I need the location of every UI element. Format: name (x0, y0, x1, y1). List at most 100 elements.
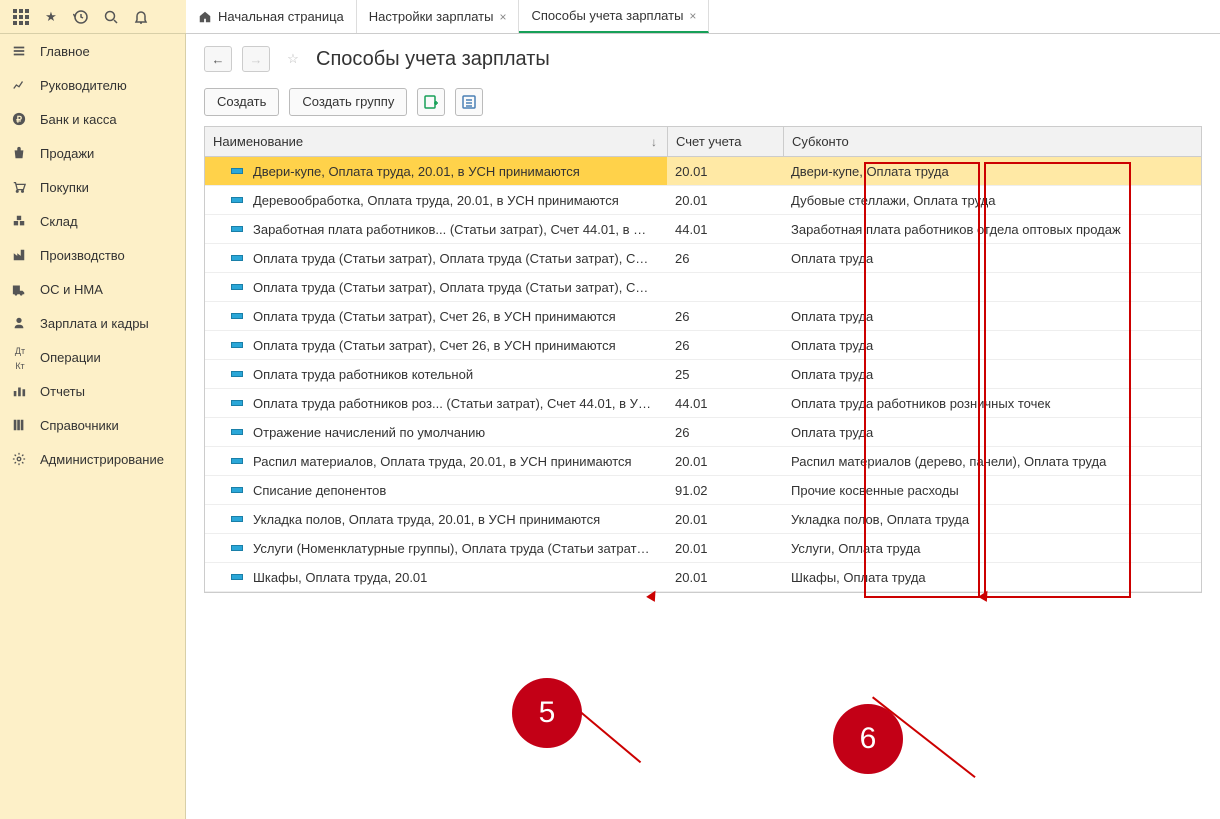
sidebar-item-3[interactable]: Продажи (0, 136, 185, 170)
sidebar-item-9[interactable]: ДтКтОперации (0, 340, 185, 374)
table-row[interactable]: Деревообработка, Оплата труда, 20.01, в … (205, 186, 1201, 215)
gear-icon (12, 452, 28, 466)
item-icon (231, 197, 243, 203)
svg-text:₽: ₽ (16, 115, 22, 125)
cell-subconto: Распил материалов (дерево, панели), Опла… (783, 447, 1201, 475)
item-icon (231, 400, 243, 406)
cell-subconto: Оплата труда (783, 244, 1201, 272)
favorite-star-icon[interactable]: ☆ (280, 46, 306, 72)
item-icon (231, 458, 243, 464)
forward-button[interactable]: → (242, 46, 270, 72)
cell-name: Оплата труда (Статьи затрат), Счет 26, в… (205, 302, 667, 330)
history-icon[interactable] (66, 2, 96, 32)
cell-name: Деревообработка, Оплата труда, 20.01, в … (205, 186, 667, 214)
column-label: Субконто (792, 134, 849, 149)
close-icon[interactable]: × (499, 10, 506, 24)
column-header-name[interactable]: Наименование ↓ (205, 134, 667, 149)
table-row[interactable]: Двери-купе, Оплата труда, 20.01, в УСН п… (205, 157, 1201, 186)
sidebar-item-5[interactable]: Склад (0, 204, 185, 238)
cell-subconto: Дубовые стеллажи, Оплата труда (783, 186, 1201, 214)
table-row[interactable]: Оплата труда работников роз... (Статьи з… (205, 389, 1201, 418)
sidebar-item-4[interactable]: Покупки (0, 170, 185, 204)
sidebar-item-6[interactable]: Производство (0, 238, 185, 272)
table-row[interactable]: Оплата труда (Статьи затрат), Оплата тру… (205, 244, 1201, 273)
sidebar-item-0[interactable]: Главное (0, 34, 185, 68)
sidebar-item-1[interactable]: Руководителю (0, 68, 185, 102)
apps-icon[interactable] (6, 2, 36, 32)
cell-account: 20.01 (667, 447, 783, 475)
column-header-subconto[interactable]: Субконто (783, 127, 1201, 156)
table-row[interactable]: Списание депонентов91.02Прочие косвенные… (205, 476, 1201, 505)
tab-label: Способы учета зарплаты (531, 8, 683, 23)
cell-name: Отражение начислений по умолчанию (205, 418, 667, 446)
column-header-account[interactable]: Счет учета (667, 127, 783, 156)
sidebar-item-label: Отчеты (40, 384, 85, 399)
cell-account: 26 (667, 331, 783, 359)
tab-home[interactable]: Начальная страница (186, 0, 357, 33)
table-row[interactable]: Оплата труда (Статьи затрат), Счет 26, в… (205, 302, 1201, 331)
cell-account: 25 (667, 360, 783, 388)
cell-subconto: Оплата труда (783, 302, 1201, 330)
table-row[interactable]: Оплата труда (Статьи затрат), Оплата тру… (205, 273, 1201, 302)
table-row[interactable]: Заработная плата работников... (Статьи з… (205, 215, 1201, 244)
row-name-text: Оплата труда (Статьи затрат), Счет 26, в… (253, 338, 616, 353)
cell-name: Укладка полов, Оплата труда, 20.01, в УС… (205, 505, 667, 533)
cell-account: 26 (667, 302, 783, 330)
bag-icon (12, 146, 28, 160)
cell-account: 26 (667, 418, 783, 446)
star-icon[interactable]: ★ (36, 2, 66, 32)
cell-subconto: Укладка полов, Оплата труда (783, 505, 1201, 533)
sidebar-item-12[interactable]: Администрирование (0, 442, 185, 476)
table-row[interactable]: Распил материалов, Оплата труда, 20.01, … (205, 447, 1201, 476)
sidebar-item-7[interactable]: ОС и НМА (0, 272, 185, 306)
ruble-icon: ₽ (12, 112, 28, 126)
chart-icon (12, 78, 28, 92)
back-button[interactable]: ← (204, 46, 232, 72)
close-icon[interactable]: × (689, 9, 696, 23)
cell-subconto: Прочие косвенные расходы (783, 476, 1201, 504)
table-row[interactable]: Оплата труда (Статьи затрат), Счет 26, в… (205, 331, 1201, 360)
sidebar-item-11[interactable]: Справочники (0, 408, 185, 442)
cell-subconto: Оплата труда (783, 418, 1201, 446)
item-icon (231, 429, 243, 435)
create-group-button[interactable]: Создать группу (289, 88, 407, 116)
table-row[interactable]: Услуги (Номенклатурные группы), Оплата т… (205, 534, 1201, 563)
cell-account: 20.01 (667, 563, 783, 591)
table-row[interactable]: Оплата труда работников котельной25Оплат… (205, 360, 1201, 389)
cell-account: 20.01 (667, 534, 783, 562)
cell-name: Шкафы, Оплата труда, 20.01 (205, 563, 667, 591)
table-row[interactable]: Укладка полов, Оплата труда, 20.01, в УС… (205, 505, 1201, 534)
create-button[interactable]: Создать (204, 88, 279, 116)
page-title: Способы учета зарплаты (316, 48, 550, 71)
sidebar: ГлавноеРуководителю₽Банк и кассаПродажиП… (0, 34, 186, 819)
cell-name: Заработная плата работников... (Статьи з… (205, 215, 667, 243)
item-icon (231, 574, 243, 580)
sidebar-item-label: Зарплата и кадры (40, 316, 149, 331)
table-row[interactable]: Отражение начислений по умолчанию26Оплат… (205, 418, 1201, 447)
tab-settings-salary[interactable]: Настройки зарплаты × (357, 0, 520, 33)
cell-name: Оплата труда работников роз... (Статьи з… (205, 389, 667, 417)
person-icon (12, 316, 28, 330)
table-row[interactable]: Шкафы, Оплата труда, 20.0120.01Шкафы, Оп… (205, 563, 1201, 592)
row-name-text: Двери-купе, Оплата труда, 20.01, в УСН п… (253, 164, 580, 179)
sidebar-item-2[interactable]: ₽Банк и касса (0, 102, 185, 136)
grid-header: Наименование ↓ Счет учета Субконто (205, 127, 1201, 157)
search-icon[interactable] (96, 2, 126, 32)
sidebar-item-8[interactable]: Зарплата и кадры (0, 306, 185, 340)
tab-salary-accounting-methods[interactable]: Способы учета зарплаты × (519, 0, 709, 33)
item-icon (231, 168, 243, 174)
sidebar-item-10[interactable]: Отчеты (0, 374, 185, 408)
row-name-text: Оплата труда (Статьи затрат), Счет 26, в… (253, 309, 616, 324)
cell-account: 44.01 (667, 389, 783, 417)
list-icon[interactable] (455, 88, 483, 116)
refresh-plus-icon[interactable] (417, 88, 445, 116)
tabs-bar: Начальная страница Настройки зарплаты × … (186, 0, 1220, 34)
bell-icon[interactable] (126, 2, 156, 32)
row-name-text: Заработная плата работников... (Статьи з… (253, 222, 653, 237)
row-name-text: Оплата труда работников котельной (253, 367, 473, 382)
column-label: Наименование (213, 134, 303, 149)
cart-icon (12, 180, 28, 194)
grid-body: Двери-купе, Оплата труда, 20.01, в УСН п… (205, 157, 1201, 592)
sort-asc-icon: ↓ (651, 135, 657, 149)
cell-subconto: Заработная плата работников отдела оптов… (783, 215, 1201, 243)
